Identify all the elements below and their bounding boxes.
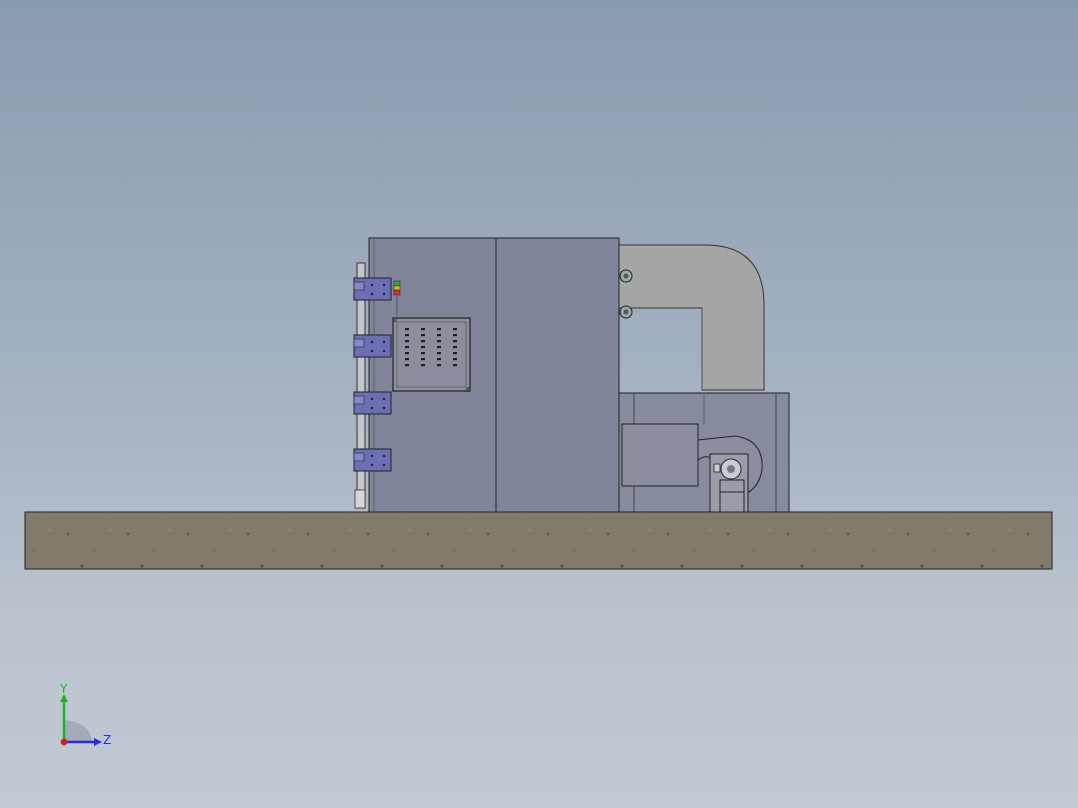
vent-slot: [405, 352, 409, 355]
vent-slot: [421, 340, 425, 343]
control-panel[interactable]: [392, 317, 471, 392]
door-latch[interactable]: [353, 334, 392, 358]
vent-slot: [405, 346, 409, 349]
vent-slot: [437, 328, 441, 331]
vent-slot: [421, 358, 425, 361]
vent-slot: [453, 328, 457, 331]
vent-slot: [453, 358, 457, 361]
vent-slot: [405, 358, 409, 361]
cad-viewport[interactable]: [0, 0, 1078, 808]
hinge-rod-end: [354, 489, 366, 509]
vent-slot: [421, 364, 425, 367]
fan-inlet-duct[interactable]: [621, 423, 699, 487]
motor-terminal: [713, 463, 721, 473]
vent-slot: [453, 364, 457, 367]
y-axis-label: Y: [59, 684, 68, 696]
vent-slot: [405, 364, 409, 367]
cabinet-right-section[interactable]: [495, 237, 620, 513]
coordinate-triad[interactable]: Y Z: [48, 684, 128, 754]
vent-slot: [437, 364, 441, 367]
duct-flange-bolt[interactable]: [619, 269, 633, 283]
door-latch[interactable]: [353, 277, 392, 301]
x-axis-origin-icon: [60, 738, 68, 746]
duct-flange-bolt[interactable]: [619, 305, 633, 319]
vent-slot: [437, 340, 441, 343]
vent-slot: [453, 334, 457, 337]
vent-slot: [405, 340, 409, 343]
vent-slot: [421, 346, 425, 349]
vent-slot: [453, 340, 457, 343]
vent-slot: [437, 358, 441, 361]
concrete-base[interactable]: [24, 511, 1053, 570]
door-latch[interactable]: [353, 448, 392, 472]
vent-slot: [405, 334, 409, 337]
vent-slot: [453, 346, 457, 349]
triad-plane-icon: [64, 720, 92, 742]
duct-elbow[interactable]: [618, 244, 765, 391]
vent-slot: [437, 334, 441, 337]
panel-screw: [393, 318, 397, 322]
z-axis-label: Z: [103, 733, 111, 747]
vent-slot: [421, 328, 425, 331]
vent-slot: [405, 328, 409, 331]
door-latch[interactable]: [353, 391, 392, 415]
vent-slot: [421, 334, 425, 337]
panel-screw: [466, 387, 470, 391]
z-axis-arrow-icon: [94, 738, 102, 746]
vent-slot: [437, 346, 441, 349]
vent-slot: [421, 352, 425, 355]
vent-slot: [437, 352, 441, 355]
motor-shaft: [727, 465, 735, 473]
vent-slot: [453, 352, 457, 355]
